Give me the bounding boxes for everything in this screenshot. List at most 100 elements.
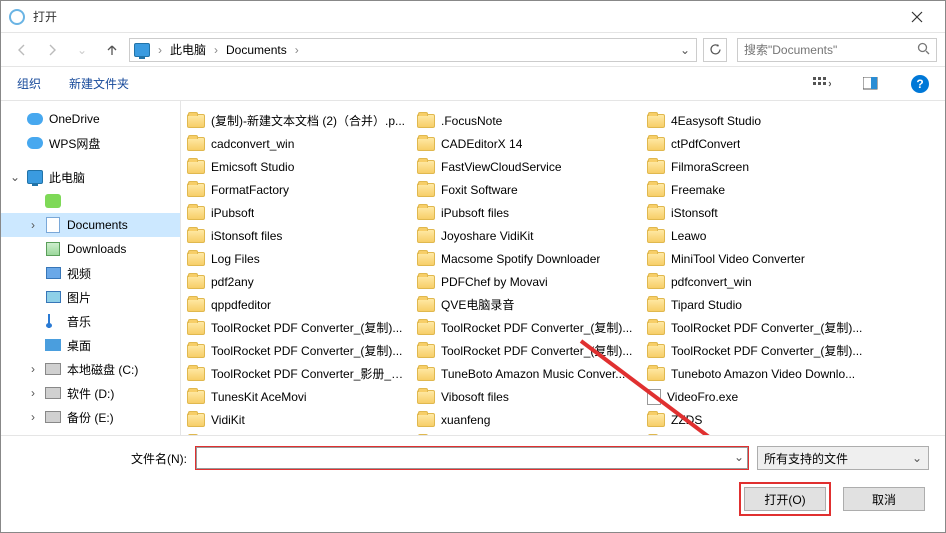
- file-item[interactable]: ToolRocket PDF Converter_影册_s...: [181, 362, 411, 385]
- search-icon[interactable]: [917, 42, 930, 58]
- filetype-select[interactable]: 所有支持的文件 ⌄: [757, 446, 929, 470]
- new-folder-button[interactable]: 新建文件夹: [69, 75, 129, 92]
- folder-icon: [417, 321, 435, 335]
- sidebar-item[interactable]: 音乐: [1, 309, 180, 333]
- cancel-button[interactable]: 取消: [843, 487, 925, 511]
- file-item[interactable]: (复制)-新建文本文档 (2)（合并）.p...: [181, 109, 411, 132]
- chevron-down-icon: ⌄: [912, 451, 922, 465]
- sidebar-item[interactable]: OneDrive: [1, 107, 180, 131]
- preview-pane-button[interactable]: [861, 73, 883, 95]
- file-item[interactable]: Emicsoft Studio: [181, 155, 411, 178]
- help-button[interactable]: ?: [911, 75, 929, 93]
- file-item[interactable]: FastViewCloudService: [411, 155, 641, 178]
- sidebar-item-label: Downloads: [67, 242, 126, 256]
- file-item[interactable]: iPubsoft: [181, 201, 411, 224]
- sidebar-item[interactable]: › 本地磁盘 (C:): [1, 357, 180, 381]
- folder-icon: [647, 275, 665, 289]
- breadcrumb[interactable]: › 此电脑 › Documents › ⌄: [129, 38, 697, 62]
- file-item[interactable]: xuanfeng: [411, 408, 641, 431]
- breadcrumb-root[interactable]: 此电脑: [166, 41, 210, 58]
- file-item[interactable]: Log Files: [181, 247, 411, 270]
- sidebar-item[interactable]: › Documents: [1, 213, 180, 237]
- sidebar-item[interactable]: Downloads: [1, 237, 180, 261]
- file-item[interactable]: pdf2any: [181, 270, 411, 293]
- file-item[interactable]: cadconvert_win: [181, 132, 411, 155]
- file-item[interactable]: pdfconvert_win: [641, 270, 871, 293]
- file-item[interactable]: VideoFro.exe: [641, 385, 871, 408]
- refresh-button[interactable]: [703, 38, 727, 62]
- file-item[interactable]: TunesKit AceMovi: [181, 385, 411, 408]
- folder-icon: [647, 252, 665, 266]
- file-item[interactable]: iPubsoft files: [411, 201, 641, 224]
- search-box[interactable]: [737, 38, 937, 62]
- open-button[interactable]: 打开(O): [744, 487, 826, 511]
- file-item[interactable]: TuneBoto Amazon Music Conver...: [411, 362, 641, 385]
- file-list[interactable]: (复制)-新建文本文档 (2)（合并）.p... cadconvert_win …: [181, 101, 945, 465]
- file-item[interactable]: Vibosoft files: [411, 385, 641, 408]
- forward-button[interactable]: [39, 37, 65, 63]
- file-item[interactable]: Leawo: [641, 224, 871, 247]
- folder-icon: [647, 137, 665, 151]
- folder-icon: [187, 114, 205, 128]
- file-item[interactable]: Tipard Studio: [641, 293, 871, 316]
- search-input[interactable]: [744, 43, 917, 57]
- sidebar-item[interactable]: › 软件 (D:): [1, 381, 180, 405]
- file-item[interactable]: PDFChef by Movavi: [411, 270, 641, 293]
- file-label: iPubsoft: [211, 206, 254, 220]
- folder-icon: [417, 298, 435, 312]
- file-item[interactable]: ZZDS: [641, 408, 871, 431]
- close-button[interactable]: [897, 2, 937, 32]
- sidebar: OneDrive WPS网盘 ⌄ 此电脑 › Documents Download…: [1, 101, 181, 465]
- recent-dropdown[interactable]: ⌄: [69, 37, 95, 63]
- sidebar-item[interactable]: 桌面: [1, 333, 180, 357]
- file-item[interactable]: QVE电脑录音: [411, 293, 641, 316]
- file-item[interactable]: .FocusNote: [411, 109, 641, 132]
- folder-icon: [647, 344, 665, 358]
- breadcrumb-dropdown[interactable]: ⌄: [674, 43, 696, 57]
- file-item[interactable]: 4Easysoft Studio: [641, 109, 871, 132]
- file-item[interactable]: ToolRocket PDF Converter_(复制)...: [411, 316, 641, 339]
- file-label: Joyoshare VidiKit: [441, 229, 534, 243]
- file-item[interactable]: iStonsoft: [641, 201, 871, 224]
- filename-input[interactable]: [196, 447, 748, 469]
- file-item[interactable]: ToolRocket PDF Converter_(复制)...: [181, 316, 411, 339]
- file-item[interactable]: ToolRocket PDF Converter_(复制)...: [411, 339, 641, 362]
- file-item[interactable]: FilmoraScreen: [641, 155, 871, 178]
- sidebar-item[interactable]: 视频: [1, 261, 180, 285]
- organize-menu[interactable]: 组织: [17, 75, 41, 92]
- sidebar-item[interactable]: WPS网盘: [1, 131, 180, 155]
- file-item[interactable]: ToolRocket PDF Converter_(复制)...: [181, 339, 411, 362]
- view-mode-button[interactable]: [811, 73, 833, 95]
- file-label: ToolRocket PDF Converter_(复制)...: [441, 319, 632, 336]
- up-button[interactable]: [99, 37, 125, 63]
- sidebar-item[interactable]: ⌄ 此电脑: [1, 165, 180, 189]
- file-item[interactable]: CADEditorX 14: [411, 132, 641, 155]
- breadcrumb-folder[interactable]: Documents: [222, 43, 291, 57]
- back-button[interactable]: [9, 37, 35, 63]
- file-item[interactable]: Macsome Spotify Downloader: [411, 247, 641, 270]
- file-item[interactable]: Tuneboto Amazon Video Downlo...: [641, 362, 871, 385]
- sidebar-item[interactable]: [1, 189, 180, 213]
- file-item[interactable]: ToolRocket PDF Converter_(复制)...: [641, 316, 871, 339]
- file-label: QVE电脑录音: [441, 296, 514, 313]
- file-item[interactable]: ToolRocket PDF Converter_(复制)...: [641, 339, 871, 362]
- sidebar-item[interactable]: 图片: [1, 285, 180, 309]
- file-item[interactable]: VidiKit: [181, 408, 411, 431]
- file-item[interactable]: MiniTool Video Converter: [641, 247, 871, 270]
- folder-icon: [417, 390, 435, 404]
- file-item[interactable]: ctPdfConvert: [641, 132, 871, 155]
- file-item[interactable]: FormatFactory: [181, 178, 411, 201]
- sidebar-item-label: 视频: [67, 265, 91, 282]
- close-icon: [911, 11, 923, 23]
- file-item[interactable]: Freemake: [641, 178, 871, 201]
- sidebar-item[interactable]: › 备份 (E:): [1, 405, 180, 429]
- folder-icon: [417, 160, 435, 174]
- file-label: 4Easysoft Studio: [671, 114, 761, 128]
- open-button-highlight: 打开(O): [739, 482, 831, 516]
- file-item[interactable]: qppdfeditor: [181, 293, 411, 316]
- file-label: Foxit Software: [441, 183, 518, 197]
- filename-dropdown[interactable]: ⌄: [734, 450, 744, 464]
- file-item[interactable]: Joyoshare VidiKit: [411, 224, 641, 247]
- file-item[interactable]: Foxit Software: [411, 178, 641, 201]
- file-item[interactable]: iStonsoft files: [181, 224, 411, 247]
